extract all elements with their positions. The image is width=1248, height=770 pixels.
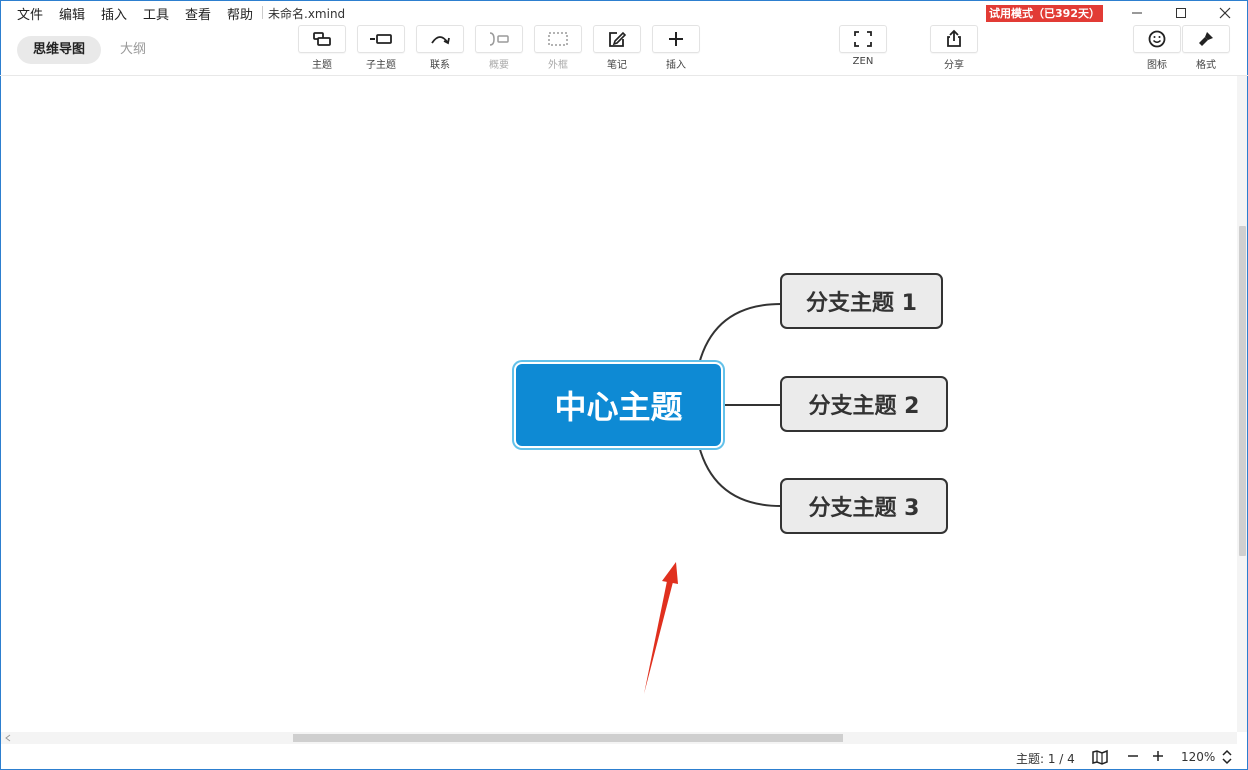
horizontal-scrollbar[interactable] [1,732,1237,744]
vertical-scroll-thumb[interactable] [1239,226,1246,556]
scroll-left-icon[interactable] [4,734,12,742]
horizontal-scroll-thumb[interactable] [293,734,843,742]
red-arrow-annotation [644,562,678,694]
branch-topic-node-2[interactable]: 分支主题 2 [780,376,948,432]
central-topic-node[interactable]: 中心主题 [516,364,721,446]
branch-topic-node-1[interactable]: 分支主题 1 [780,273,943,329]
status-bar: 主题: 1 / 4 120% [1,744,1247,769]
zoom-level[interactable]: 120% [1181,750,1215,764]
vertical-scrollbar[interactable] [1237,76,1247,732]
zoom-stepper-icon[interactable] [1221,749,1233,765]
zoom-out-icon[interactable] [1127,750,1139,762]
branch-topic-node-3[interactable]: 分支主题 3 [780,478,948,534]
zoom-in-icon[interactable] [1152,750,1164,762]
topic-count: 主题: 1 / 4 [1016,752,1075,766]
map-icon[interactable] [1091,749,1109,765]
